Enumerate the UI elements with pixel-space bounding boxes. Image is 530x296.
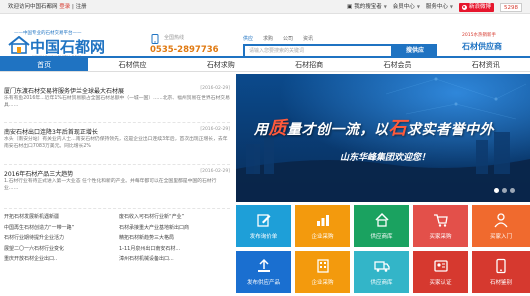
news-item[interactable]: 南安石材出口连降3年后首现正增长 [2016-02-29] 水头（南安分站）有关… (4, 127, 230, 163)
separator: | (72, 4, 74, 10)
person-icon (494, 213, 508, 228)
home-icon (374, 212, 389, 227)
news-date: [2016-02-29] (200, 169, 230, 174)
follower-count: 5298 (500, 2, 522, 12)
building-icon (316, 259, 329, 273)
my-account-menu[interactable]: ▣ 我的搜宝者 ▼ (347, 0, 387, 14)
chevron-down-icon: ▼ (416, 4, 420, 9)
news-link[interactable]: 开拓石材发展新机遇新疆 (4, 212, 119, 223)
site-header: ——中国专业的石材交易平台—— 中国石都网 WWW.CHINASHIDU.COM… (0, 14, 530, 64)
logo-name: 中国石都网 (30, 38, 106, 56)
list-item: 开拓石材发展新机遇新疆 废石收入可石材行业新“产业” (4, 212, 230, 223)
carousel-dot[interactable] (502, 188, 507, 193)
news-summary: 1.石材行业有待正式进入第一大业态 任个性化和新的产业。并每年都可以在全国里都是… (4, 179, 217, 191)
chevron-down-icon: ▼ (449, 4, 453, 9)
tile-post-product[interactable]: 发布供应产品 (236, 251, 291, 293)
phone-icon (151, 34, 159, 44)
search-tab-supply[interactable]: 供应 (243, 35, 253, 43)
list-item: 展望二〇一六石材行业变化 1-11月泉州出口南安石材... (4, 244, 230, 255)
news-link[interactable]: 中国再生石材创造力“一带一路” (4, 223, 119, 234)
truck-icon (373, 261, 390, 272)
tile-buyer-certification[interactable]: 买家认证 (413, 251, 468, 293)
nav-home[interactable]: 首页 (0, 58, 89, 71)
weibo-button[interactable]: 新浪微博 (458, 2, 494, 12)
news-link-list: 开拓石材发展新机遇新疆 废石收入可石材行业新“产业” 中国再生石材创造力“一带一… (4, 212, 230, 265)
weibo-icon (461, 4, 467, 10)
news-link[interactable]: 废石收入可石材行业新“产业” (119, 212, 230, 223)
top-links: ▣ 我的搜宝者 ▼ 会员中心 ▼ 服务中心 ▼ 新浪微博 5298 (347, 0, 522, 14)
search-tab-purchase[interactable]: 求购 (263, 35, 273, 43)
list-item: 石材行业期待提升企业活力 精拓石材新趋势三大格局 (4, 233, 230, 244)
tile-enterprise-purchase[interactable]: 企业采购 (295, 205, 350, 247)
list-item: 重庆开放石材企业出口.. 漳州石材机械设备出口... (4, 254, 230, 265)
news-link[interactable]: 1-11月泉州出口南安石材... (119, 244, 230, 255)
news-summary: 乐有有鱼2016年...近年1%石材贸易额占全国石材总额中（一城一国）……北京、… (4, 96, 230, 108)
news-link[interactable]: 石材承接重大产业基地新出口商 (119, 223, 230, 234)
carousel-dot[interactable] (494, 188, 499, 193)
hero-slogan: 用质量才创一流，以石求实者誉中外 (254, 118, 494, 139)
news-column: 厦门东渡石材交易将服务伊兰全球最大石材展 [2016-02-29] 乐有有鱼20… (0, 74, 232, 296)
divider (4, 208, 230, 209)
news-link[interactable]: 石材行业期待提升企业活力 (4, 233, 119, 244)
tile-buyer-purchase[interactable]: 买家采购 (413, 205, 468, 247)
list-item: 中国再生石材创造力“一带一路” 石材承接重大产业基地新出口商 (4, 223, 230, 234)
header-ad-line2: 石材供应商 (462, 42, 502, 51)
tile-supplier-library[interactable]: 供应商库 (354, 205, 409, 247)
hero-banner[interactable]: 用质量才创一流，以石求实者誉中外 山东华峰集团欢迎您！ (236, 74, 530, 202)
news-link[interactable]: 重庆开放石材企业出口.. (4, 254, 119, 265)
nav-members[interactable]: 石材会员 (353, 58, 441, 71)
tile-post-inquiry[interactable]: 发布询价单 (236, 205, 291, 247)
news-title[interactable]: 南安石材出口连降3年后首现正增长 (4, 127, 98, 136)
news-date: [2016-02-29] (200, 86, 230, 91)
edit-icon (256, 214, 270, 227)
hotline-number: 0535-2897736 (150, 45, 219, 55)
register-link[interactable]: 注册 (76, 4, 87, 10)
welcome-text: 欢迎访问中国石都网 (8, 4, 58, 10)
main-nav: 首页 石材供应 石材求购 石材招商 石材会员 石材资讯 (0, 56, 530, 72)
divider (4, 164, 230, 165)
news-item[interactable]: 2016年石材产品三大趋势 [2016-02-29] 1.石材行业有待正式进入第… (4, 169, 230, 205)
news-item[interactable]: 厦门东渡石材交易将服务伊兰全球最大石材展 [2016-02-29] 乐有有鱼20… (4, 86, 230, 120)
top-utility-bar: 欢迎访问中国石都网 登录 | 注册 ▣ 我的搜宝者 ▼ 会员中心 ▼ 服务中心 … (0, 0, 530, 14)
header-ad-line1: 2015水热销新手 (462, 33, 496, 38)
hotline: 全国热线 0535-2897736 (150, 32, 230, 58)
chevron-down-icon: ▼ (383, 4, 387, 9)
hotline-label: 全国热线 (164, 35, 185, 41)
nav-purchase[interactable]: 石材求购 (177, 58, 265, 71)
news-title[interactable]: 厦门东渡石材交易将服务伊兰全球最大石材展 (4, 86, 124, 95)
chart-icon (316, 215, 329, 226)
login-link[interactable]: 登录 (59, 4, 70, 10)
news-link[interactable]: 展望二〇一六石材行业变化 (4, 244, 119, 255)
cart-icon (433, 214, 448, 227)
news-summary: 水头（南安分站）有关业内人士...南安石材仍保持领先，这是企业出口连续3年后，首… (4, 137, 228, 149)
tile-buyer-guide[interactable]: 买家入门 (472, 205, 530, 247)
carousel-dots (494, 188, 515, 193)
menu-icon: ▣ (347, 4, 353, 10)
tile-enterprise-purchase-2[interactable]: 企业采购 (295, 251, 350, 293)
search-tab-news[interactable]: 资讯 (303, 35, 313, 43)
member-center-menu[interactable]: 会员中心 ▼ (393, 0, 420, 14)
tile-stone-identification[interactable]: 石材鉴别 (472, 251, 530, 293)
news-date: [2016-02-29] (200, 127, 230, 132)
quick-tiles: 发布询价单 企业采购 供应商库 买家采购 买家入门 发布供应产品 企业采购 供应… (236, 205, 530, 296)
service-center-menu[interactable]: 服务中心 ▼ (426, 0, 453, 14)
tile-supplier-library-2[interactable]: 供应商库 (354, 251, 409, 293)
nav-supply[interactable]: 石材供应 (88, 58, 176, 71)
phone-icon (496, 258, 506, 274)
news-link[interactable]: 精拓石材新趋势三大格局 (119, 233, 230, 244)
hero-company: 山东华峰集团欢迎您！ (340, 153, 431, 163)
search-tabs: 供应 求购 公司 资讯 (243, 35, 313, 43)
house-logo-icon (8, 36, 30, 54)
carousel-dot[interactable] (510, 188, 515, 193)
news-link[interactable]: 漳州石材机械设备出口... (119, 254, 230, 265)
divider (4, 122, 230, 123)
welcome-area: 欢迎访问中国石都网 登录 | 注册 (8, 0, 87, 14)
upload-icon (257, 258, 270, 272)
badge-icon (433, 260, 448, 272)
search-tab-company[interactable]: 公司 (283, 35, 293, 43)
nav-news[interactable]: 石材资讯 (442, 58, 530, 71)
news-title[interactable]: 2016年石材产品三大趋势 (4, 169, 73, 178)
nav-investment[interactable]: 石材招商 (265, 58, 353, 71)
